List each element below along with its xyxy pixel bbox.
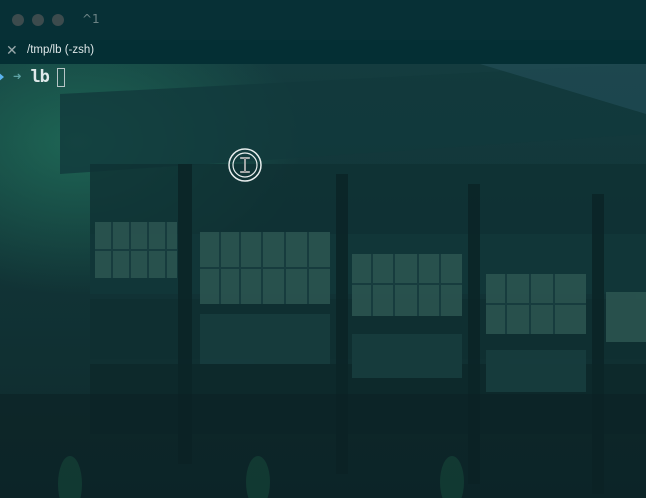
text-cursor [56, 67, 65, 87]
prompt-line: ➜ lb [0, 66, 65, 88]
terminal-window: ^1 ✕ /tmp/lb (-zsh) ➜ lb [0, 0, 646, 498]
minimize-window-button[interactable] [32, 14, 44, 26]
zoom-window-button[interactable] [52, 14, 64, 26]
ibeam-cursor-icon [228, 148, 262, 182]
terminal-content[interactable]: ➜ lb [0, 64, 646, 498]
close-window-button[interactable] [12, 14, 24, 26]
prompt-arrow-icon: ➜ [13, 69, 22, 85]
background-image [0, 64, 646, 498]
prompt-indicator-icon [0, 72, 4, 82]
close-tab-icon[interactable]: ✕ [6, 43, 18, 59]
title-bar[interactable]: ^1 [0, 0, 646, 41]
current-directory: lb [30, 67, 50, 87]
window-shortcut-label: ^1 [82, 12, 100, 26]
tab-title[interactable]: /tmp/lb (-zsh) [27, 44, 94, 56]
tab-bar: ✕ /tmp/lb (-zsh) [0, 40, 646, 64]
